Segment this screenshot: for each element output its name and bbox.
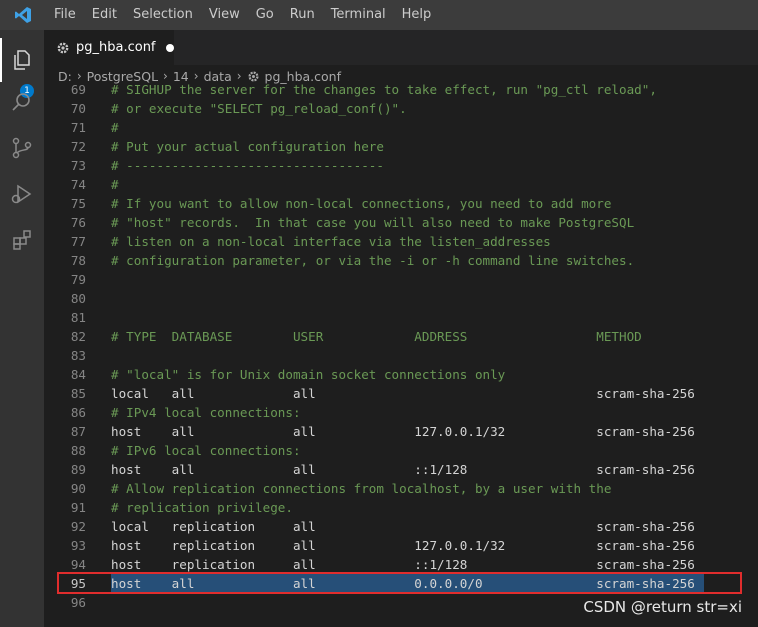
line-number: 76 (70, 215, 86, 230)
line-number: 88 (70, 443, 86, 458)
code-line[interactable]: 79 (44, 270, 758, 289)
explorer-icon[interactable] (0, 38, 44, 82)
menu-view[interactable]: View (201, 0, 248, 30)
code-line[interactable]: 82 # TYPE DATABASE USER ADDRESS METHOD (44, 327, 758, 346)
tab-label: pg_hba.conf (76, 40, 156, 55)
menu-edit[interactable]: Edit (84, 0, 125, 30)
line-number: 79 (70, 272, 86, 287)
code-line[interactable]: 87 host all all 127.0.0.1/32 scram-sha-25… (44, 422, 758, 441)
line-text: # replication privilege. (111, 500, 293, 515)
line-number: 71 (70, 120, 86, 135)
line-number: 84 (70, 367, 86, 382)
line-text: # SIGHUP the server for the changes to t… (111, 82, 657, 97)
line-text: # "local" is for Unix domain socket conn… (111, 367, 506, 382)
code-line[interactable]: 91 # replication privilege. (44, 498, 758, 517)
line-text: # IPv4 local connections: (111, 405, 301, 420)
line-text: # Put your actual configuration here (111, 139, 384, 154)
line-number: 93 (70, 538, 86, 553)
title-bar: File Edit Selection View Go Run Terminal… (0, 0, 758, 30)
line-text: host all all 127.0.0.1/32 scram-sha-256 (111, 424, 695, 439)
line-text: # or execute "SELECT pg_reload_conf()". (111, 101, 407, 116)
code-line[interactable]: 75 # If you want to allow non-local conne… (44, 194, 758, 213)
line-text: # TYPE DATABASE USER ADDRESS METHOD (111, 329, 642, 344)
code-line[interactable]: 70 # or execute "SELECT pg_reload_conf()"… (44, 99, 758, 118)
line-text: # "host" records. In that case you will … (111, 215, 635, 230)
code-editor[interactable]: 69 # SIGHUP the server for the changes to… (44, 79, 758, 627)
code-line[interactable]: 88 # IPv6 local connections: (44, 441, 758, 460)
code-line[interactable]: 73 # ---------------------------------- (44, 156, 758, 175)
menu-selection[interactable]: Selection (125, 0, 201, 30)
line-number: 72 (70, 139, 86, 154)
line-text: local all all scram-sha-256 (111, 386, 695, 401)
line-text: # listen on a non-local interface via th… (111, 234, 551, 249)
line-text: local replication all scram-sha-256 (111, 519, 695, 534)
line-number: 87 (70, 424, 86, 439)
code-line[interactable]: 72 # Put your actual configuration here (44, 137, 758, 156)
line-text: # IPv6 local connections: (111, 443, 301, 458)
line-number: 73 (70, 158, 86, 173)
highlight-box (57, 572, 742, 594)
code-line[interactable]: 83 (44, 346, 758, 365)
line-number: 96 (70, 595, 86, 610)
menu-file[interactable]: File (46, 0, 84, 30)
line-text: # configuration parameter, or via the -i… (111, 253, 635, 268)
menu-help[interactable]: Help (394, 0, 440, 30)
tab-bar: pg_hba.conf (44, 30, 758, 65)
code-line[interactable]: 84 # "local" is for Unix domain socket co… (44, 365, 758, 384)
line-text: # If you want to allow non-local connect… (111, 196, 612, 211)
line-number: 90 (70, 481, 86, 496)
code-line[interactable]: 74 # (44, 175, 758, 194)
search-icon[interactable] (0, 80, 44, 124)
line-text: # Allow replication connections from loc… (111, 481, 612, 496)
run-debug-icon[interactable] (0, 172, 44, 216)
watermark: CSDN @return str=xi (583, 598, 742, 616)
unsaved-dot-icon[interactable] (165, 43, 174, 52)
line-number: 77 (70, 234, 86, 249)
line-text: host all all ::1/128 scram-sha-256 (111, 462, 695, 477)
line-number: 69 (70, 82, 86, 97)
code-line[interactable]: 92 local replication all scram-sha-256 (44, 517, 758, 536)
code-line[interactable]: 90 # Allow replication connections from l… (44, 479, 758, 498)
code-line[interactable]: 76 # "host" records. In that case you wil… (44, 213, 758, 232)
line-number: 89 (70, 462, 86, 477)
line-text: # (111, 177, 119, 192)
code-line[interactable]: 81 (44, 308, 758, 327)
extensions-icon[interactable] (0, 218, 44, 262)
line-number: 85 (70, 386, 86, 401)
line-number: 86 (70, 405, 86, 420)
line-text: # ---------------------------------- (111, 158, 384, 173)
line-number: 78 (70, 253, 86, 268)
tab-pg-hba-conf[interactable]: pg_hba.conf (44, 30, 174, 65)
line-text: host replication all 127.0.0.1/32 scram-… (111, 538, 695, 553)
line-number: 83 (70, 348, 86, 363)
line-number: 92 (70, 519, 86, 534)
line-number: 75 (70, 196, 86, 211)
code-line[interactable]: 85 local all all scram-sha-256 (44, 384, 758, 403)
menu-run[interactable]: Run (282, 0, 323, 30)
activity-bar: 1 (0, 30, 44, 627)
code-line[interactable]: 77 # listen on a non-local interface via … (44, 232, 758, 251)
line-number: 81 (70, 310, 86, 325)
code-line[interactable]: 69 # SIGHUP the server for the changes to… (44, 80, 758, 99)
line-number: 82 (70, 329, 86, 344)
code-line[interactable]: 86 # IPv4 local connections: (44, 403, 758, 422)
line-number: 91 (70, 500, 86, 515)
menu-go[interactable]: Go (248, 0, 282, 30)
code-line[interactable]: 89 host all all ::1/128 scram-sha-256 (44, 460, 758, 479)
line-text: # (111, 120, 119, 135)
vscode-logo-icon (0, 0, 46, 30)
line-number: 74 (70, 177, 86, 192)
line-number: 70 (70, 101, 86, 116)
line-number: 80 (70, 291, 86, 306)
code-line[interactable]: 93 host replication all 127.0.0.1/32 scra… (44, 536, 758, 555)
code-line[interactable]: 80 (44, 289, 758, 308)
code-line[interactable]: 71 # (44, 118, 758, 137)
settings-file-icon (57, 42, 69, 53)
menu-terminal[interactable]: Terminal (323, 0, 394, 30)
source-control-icon[interactable] (0, 126, 44, 170)
code-line[interactable]: 78 # configuration parameter, or via the … (44, 251, 758, 270)
